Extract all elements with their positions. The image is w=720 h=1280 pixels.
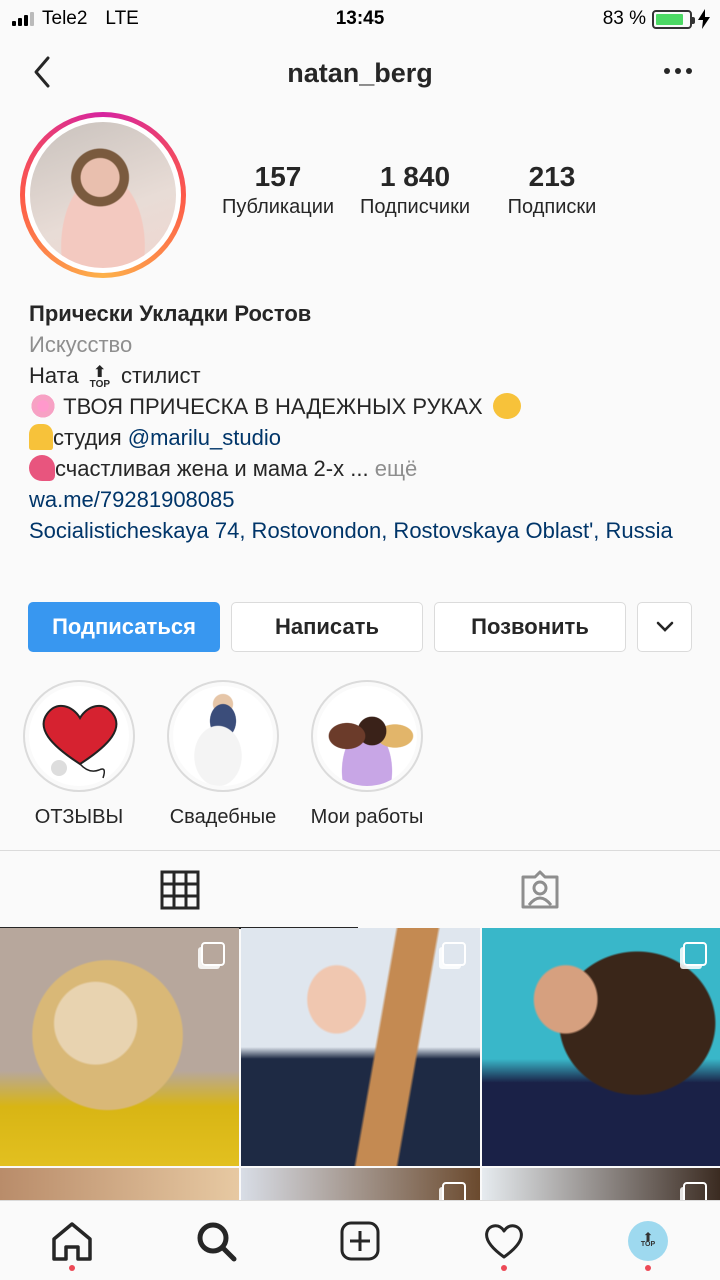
highlight-label: ОТЗЫВЫ: [34, 806, 124, 828]
highlight-label: Мои работы: [310, 806, 424, 828]
battery-percent: 83 %: [602, 8, 646, 29]
top-badge-text: TOP: [640, 1240, 656, 1248]
stat-following[interactable]: 213 Подписки: [484, 160, 620, 219]
bio-text: счастливая жена и мама 2-х ...: [55, 456, 369, 481]
notification-dot: [645, 1264, 651, 1271]
studio-mention-link[interactable]: @marilu_studio: [128, 425, 281, 450]
follow-button[interactable]: Подписаться: [28, 602, 220, 652]
posts-label: Публикации: [221, 195, 335, 218]
category: Искусство: [29, 332, 133, 357]
battery-icon: [652, 9, 695, 29]
avatar-photo: [30, 122, 176, 268]
carousel-icon: [201, 942, 225, 966]
more-options-icon[interactable]: [664, 68, 692, 74]
charging-icon: [698, 9, 710, 29]
carousel-icon: [442, 942, 466, 966]
posts-count: 157: [254, 161, 302, 192]
nav-home[interactable]: [42, 1211, 102, 1271]
posts-grid: [0, 928, 720, 1166]
wink-emoji-icon: [492, 393, 521, 419]
followers-count: 1 840: [379, 161, 451, 192]
address-link[interactable]: Socialisticheskaya 74, Rostovondon, Rost…: [29, 515, 699, 546]
suggestions-dropdown-button[interactable]: [637, 602, 692, 652]
hairstyles-image: [317, 686, 417, 786]
following-count: 213: [528, 161, 576, 192]
status-bar: Tele2 LTE 13:45 83 %: [0, 0, 720, 40]
profile-avatar[interactable]: [20, 112, 186, 278]
heart-balloon-icon: [29, 686, 129, 786]
wedding-couple-image: [173, 686, 273, 786]
highlight-label: Свадебные: [169, 806, 277, 828]
profile-stats: 157 Публикации 1 840 Подписчики 213 Подп…: [210, 160, 620, 219]
display-name: Прически Укладки Ростов: [29, 301, 312, 326]
top-arrow-icon: ⬆ TOP: [89, 364, 111, 390]
stat-posts: 157 Публикации: [210, 160, 346, 219]
hearts-icon: [29, 455, 55, 481]
home-icon: [52, 1221, 92, 1261]
chevron-down-icon: [656, 621, 673, 632]
post-thumbnail[interactable]: [0, 928, 239, 1166]
bio-text: ТВОЯ ПРИЧЕСКА В НАДЕЖНЫХ РУКАХ: [63, 394, 483, 419]
post-thumbnail[interactable]: [482, 928, 720, 1166]
notification-dot: [69, 1264, 75, 1271]
username-title: natan_berg: [287, 58, 433, 88]
add-post-icon: [340, 1221, 380, 1260]
more-link[interactable]: ещё: [375, 456, 418, 481]
heart-icon: [485, 1223, 523, 1258]
bio-line-2: ТВОЯ ПРИЧЕСКА В НАДЕЖНЫХ РУКАХ: [29, 391, 699, 422]
highlight-wedding[interactable]: Свадебные: [166, 680, 280, 829]
highlight-reviews[interactable]: ОТЗЫВЫ: [22, 680, 136, 829]
nav-search[interactable]: [186, 1211, 246, 1271]
person-emoji-icon: [29, 424, 53, 450]
post-thumbnail[interactable]: [241, 928, 480, 1166]
tagged-person-icon: [521, 870, 559, 909]
bio-text: стилист: [120, 363, 201, 388]
followers-label: Подписчики: [359, 195, 471, 218]
profile-tabs: [0, 850, 720, 929]
grid-icon: [160, 870, 200, 910]
bio-line-1: Ната ⬆ TOP стилист: [29, 360, 699, 391]
bio-line-4: счастливая жена и мама 2-х ... ещё: [29, 453, 699, 484]
top-badge-text: TOP: [89, 379, 111, 390]
tab-grid[interactable]: [0, 851, 360, 929]
search-icon: [197, 1222, 237, 1261]
bio-text: Ната: [29, 363, 79, 388]
profile-actions: Подписаться Написать Позвонить: [28, 602, 692, 652]
carousel-icon: [683, 942, 707, 966]
stat-followers[interactable]: 1 840 Подписчики: [347, 160, 483, 219]
bio-text: студия: [53, 425, 122, 450]
notification-dot: [501, 1264, 507, 1271]
message-button[interactable]: Написать: [231, 602, 423, 652]
flower-icon: [29, 393, 57, 419]
nav-add[interactable]: [330, 1211, 390, 1271]
following-label: Подписки: [507, 195, 597, 218]
bottom-nav: ⬆ TOP: [0, 1200, 720, 1280]
profile-avatar-small: ⬆ TOP: [628, 1220, 668, 1261]
profile-bio: Прически Укладки Ростов Искусство Ната ⬆…: [29, 298, 699, 546]
nav-profile[interactable]: ⬆ TOP: [618, 1211, 678, 1271]
nav-activity[interactable]: [474, 1211, 534, 1271]
website-link[interactable]: wa.me/79281908085: [29, 484, 699, 515]
tab-tagged[interactable]: [360, 851, 720, 929]
bio-line-3: студия @marilu_studio: [29, 422, 699, 453]
call-button[interactable]: Позвонить: [434, 602, 626, 652]
story-highlights: ОТЗЫВЫ Свадебные Мои работы: [22, 680, 424, 829]
highlight-my-works[interactable]: Мои работы: [310, 680, 424, 829]
profile-header: natan_berg: [0, 44, 720, 106]
